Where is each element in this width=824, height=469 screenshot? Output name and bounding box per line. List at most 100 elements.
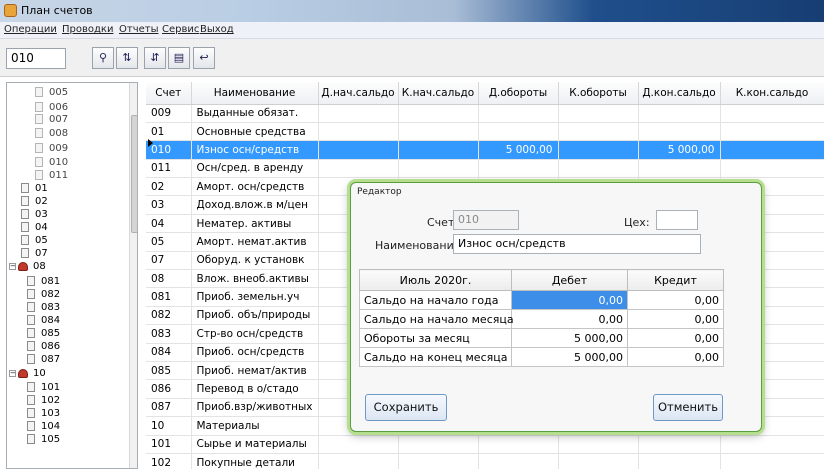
table-cell[interactable] [478,435,559,454]
tree-item[interactable]: 01 [21,182,48,195]
tree-item[interactable]: 082 [21,288,60,301]
balances-value[interactable]: 0,00 [627,328,724,348]
table-cell[interactable] [478,104,559,123]
menu-service[interactable]: Сервис [162,24,199,35]
tree-item[interactable]: 086 [21,340,60,353]
table-cell[interactable]: Приоб. осн/средств [191,343,319,362]
balances-value[interactable]: 0,00 [511,309,628,329]
table-cell[interactable]: Стр-во осн/средств [191,324,319,344]
collapse-icon[interactable]: − [9,262,16,270]
table-cell[interactable] [318,159,399,179]
column-header[interactable]: Д.нач.сальдо [318,82,399,105]
table-cell[interactable] [720,435,824,454]
balances-value[interactable]: 0,00 [627,309,724,329]
table-cell[interactable]: 081 [146,287,192,307]
balances-value[interactable]: 0,00 [627,290,724,310]
table-cell[interactable]: Приоб. земельн.уч [191,287,319,307]
column-header[interactable]: Д.обороты [478,82,559,105]
table-cell[interactable] [318,435,399,454]
table-row[interactable]: 01 Основные средства [146,122,824,142]
table-cell[interactable]: 083 [146,324,192,344]
table-cell[interactable] [318,453,399,469]
table-cell[interactable] [398,435,479,454]
table-cell[interactable] [478,159,559,179]
tree-item[interactable]: 102 [21,394,60,407]
table-cell[interactable]: 082 [146,306,192,326]
tree-item[interactable]: 005 [35,86,68,99]
table-icon[interactable]: ▤ [168,47,190,69]
table-cell[interactable] [720,159,824,179]
tree-scrollbar[interactable] [129,83,137,468]
table-cell[interactable]: 011 [146,159,192,179]
table-cell[interactable] [478,122,559,142]
table-cell[interactable]: 086 [146,379,192,399]
table-cell[interactable]: 009 [146,104,192,123]
tree-item[interactable]: 008 [35,127,68,140]
accounts-tree[interactable]: 005 006 007 008 009 010 011 01 02 03 04 05 07−08 081 0… [6,82,138,469]
search-icon[interactable]: ⚲ [92,47,114,69]
table-cell[interactable]: Выданные обязат. [191,104,319,123]
menu-exit[interactable]: Выход [200,24,234,35]
table-cell[interactable] [398,140,479,160]
table-cell[interactable] [720,453,824,469]
tree-item[interactable]: 101 [21,381,60,394]
table-cell[interactable]: 085 [146,361,192,381]
tree-item[interactable]: 103 [21,407,60,420]
table-cell[interactable]: Аморт. немат.актив [191,232,319,252]
table-cell[interactable] [318,140,399,160]
table-cell[interactable]: Оборуд. к установк [191,251,319,271]
tree-item[interactable]: 083 [21,301,60,314]
table-cell[interactable] [478,453,559,469]
tree-item[interactable]: 009 [35,142,68,155]
table-cell[interactable] [398,453,479,469]
table-cell[interactable]: Аморт. осн/средств [191,177,319,197]
column-header[interactable]: Счет [146,82,192,105]
table-cell[interactable]: Материалы [191,416,319,436]
column-header[interactable]: Наименование [191,82,319,105]
table-cell[interactable] [318,104,399,123]
cancel-button[interactable]: Отменить [653,394,723,421]
tree-item[interactable]: − 10 [9,367,46,380]
table-cell[interactable] [638,159,721,179]
table-cell[interactable] [558,453,639,469]
table-cell[interactable]: 084 [146,343,192,362]
column-header[interactable]: К.обороты [558,82,639,105]
table-cell[interactable]: 02 [146,177,192,197]
account-code-input[interactable]: 010 [6,48,66,69]
table-cell[interactable]: 5 000,00 [638,140,721,160]
table-cell[interactable] [318,122,399,142]
table-cell[interactable]: Осн/сред. в аренду [191,159,319,179]
table-cell[interactable]: 08 [146,269,192,289]
sort-desc-icon[interactable]: ⇵ [144,47,166,69]
tree-item[interactable]: 04 [21,221,48,234]
table-cell[interactable]: 07 [146,251,192,271]
sort-asc-icon[interactable]: ⇅ [116,47,138,69]
tree-item[interactable]: 05 [21,234,48,247]
table-row[interactable]: 102 Покупные детали [146,453,824,469]
tree-item[interactable]: 07 [21,247,48,260]
shop-field[interactable] [656,210,698,230]
table-row[interactable]: 009 Выданные обязат. [146,104,824,123]
table-cell[interactable] [638,453,721,469]
table-cell[interactable] [638,104,721,123]
table-cell[interactable] [720,140,824,160]
export-icon[interactable]: ↩ [193,47,215,69]
table-row[interactable]: 010 Износ осн/средств 5 000,00 5 000,00 [146,140,824,160]
table-cell[interactable]: Приоб.взр/животных [191,398,319,418]
table-cell[interactable]: Приоб. объ/природы [191,306,319,326]
balances-value[interactable]: 5 000,00 [511,328,628,348]
table-cell[interactable]: 05 [146,232,192,252]
column-header[interactable]: К.нач.сальдо [398,82,479,105]
table-cell[interactable]: 5 000,00 [478,140,559,160]
table-cell[interactable]: 04 [146,214,192,234]
table-cell[interactable]: 087 [146,398,192,418]
column-header[interactable]: К.кон.сальдо [720,82,824,105]
table-row[interactable]: 101 Сырье и материалы [146,435,824,454]
menu-operations[interactable]: Операции [4,24,57,35]
tree-scroll-thumb[interactable] [131,115,137,233]
table-cell[interactable] [558,159,639,179]
column-header[interactable]: Д.кон.сальдо [638,82,721,105]
tree-item[interactable]: 084 [21,314,60,327]
balances-value[interactable]: 0,00 [511,290,628,310]
menu-reports[interactable]: Отчеты [119,24,158,35]
